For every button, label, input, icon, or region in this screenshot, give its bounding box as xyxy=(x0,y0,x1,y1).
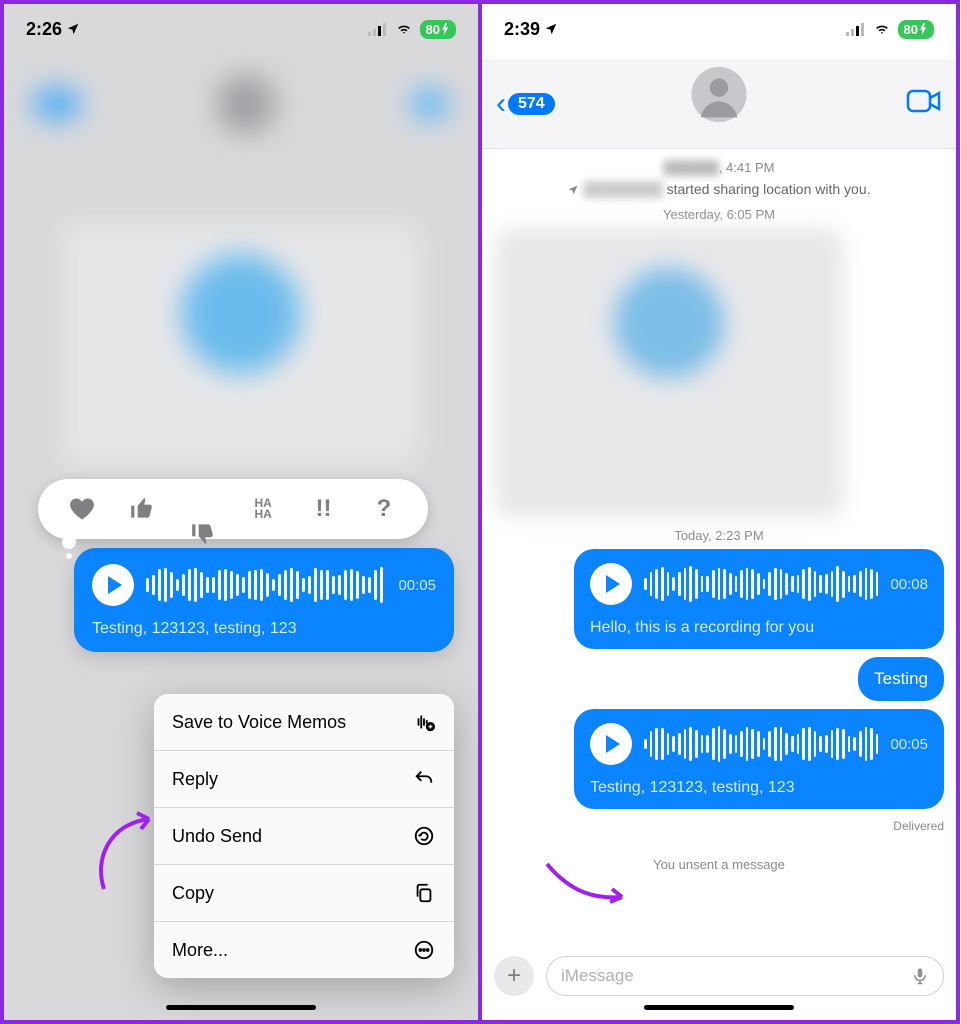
waveform xyxy=(644,564,878,604)
tapback-thumbs-down[interactable] xyxy=(181,487,225,531)
plus-icon: + xyxy=(507,962,521,990)
location-sharing-notice: ████████ started sharing location with y… xyxy=(494,181,944,197)
timestamp-today: Today, 2:23 PM xyxy=(494,528,944,543)
tapback-question[interactable]: ? xyxy=(362,487,406,531)
waveform xyxy=(146,565,386,605)
wifi-icon xyxy=(872,22,892,36)
play-button[interactable] xyxy=(590,563,632,605)
microphone-icon[interactable] xyxy=(911,965,929,987)
message-input[interactable]: iMessage xyxy=(546,956,944,996)
tapback-heart[interactable] xyxy=(60,487,104,531)
tapback-exclaim[interactable]: !! xyxy=(301,487,345,531)
battery-indicator: 80 xyxy=(898,20,934,39)
play-icon xyxy=(108,576,122,594)
waveform-plus-icon xyxy=(412,710,436,734)
voice-transcription: Testing, 123123, testing, 123 xyxy=(590,779,928,797)
input-placeholder: iMessage xyxy=(561,966,634,986)
header-timestamp: ██████, 4:41 PM xyxy=(494,160,944,175)
status-bar: 2:26 80 xyxy=(4,4,478,54)
facetime-button[interactable] xyxy=(906,88,942,119)
sent-voice-message-1[interactable]: 00:08 Hello, this is a recording for you xyxy=(574,549,944,649)
home-indicator[interactable] xyxy=(644,1005,794,1010)
wifi-icon xyxy=(394,22,414,36)
back-button[interactable]: ‹ 574 xyxy=(496,93,555,115)
message-text: Testing xyxy=(874,669,928,688)
voice-duration: 00:05 xyxy=(398,577,436,594)
undo-circle-icon xyxy=(412,824,436,848)
more-circle-icon xyxy=(412,938,436,962)
reply-arrow-icon xyxy=(412,767,436,791)
menu-copy[interactable]: Copy xyxy=(154,865,454,922)
play-button[interactable] xyxy=(590,723,632,765)
play-icon xyxy=(606,575,620,593)
unread-badge: 574 xyxy=(508,93,555,115)
menu-more[interactable]: More... xyxy=(154,922,454,978)
play-button[interactable] xyxy=(92,564,134,606)
sent-text-message[interactable]: Testing xyxy=(858,657,944,701)
message-input-bar: + iMessage xyxy=(494,956,944,996)
cellular-icon xyxy=(368,22,388,36)
unsent-notice: You unsent a message xyxy=(494,857,944,872)
person-icon xyxy=(692,67,747,122)
location-arrow-icon xyxy=(567,184,579,196)
menu-undo-send[interactable]: Undo Send xyxy=(154,808,454,865)
voice-message-bubble[interactable]: 00:05 Testing, 123123, testing, 123 xyxy=(74,548,454,652)
menu-label: Save to Voice Memos xyxy=(172,712,346,733)
conversation-content[interactable]: ██████, 4:41 PM ████████ started sharing… xyxy=(482,154,956,950)
menu-label: Undo Send xyxy=(172,826,262,847)
chevron-left-icon: ‹ xyxy=(496,94,506,114)
play-icon xyxy=(606,735,620,753)
cellular-icon xyxy=(846,22,866,36)
screenshot-right: 2:39 80 ‹ 574 ██████, 4:41 PM ████████ s… xyxy=(480,0,960,1024)
voice-duration: 00:05 xyxy=(890,736,928,753)
tapback-bar: HAHA !! ? xyxy=(38,479,428,539)
tapback-haha[interactable]: HAHA xyxy=(241,487,285,531)
location-icon xyxy=(544,22,558,36)
delivery-status: Delivered xyxy=(893,819,944,833)
voice-transcription: Testing, 123123, testing, 123 xyxy=(92,620,436,638)
received-message-blurred xyxy=(494,228,844,518)
menu-label: Reply xyxy=(172,769,218,790)
menu-save-voice-memos[interactable]: Save to Voice Memos xyxy=(154,694,454,751)
add-attachment-button[interactable]: + xyxy=(494,956,534,996)
navigation-bar: ‹ 574 xyxy=(482,59,956,149)
home-indicator[interactable] xyxy=(166,1005,316,1010)
status-time: 2:26 xyxy=(26,19,62,40)
tapback-thumbs-up[interactable] xyxy=(120,487,164,531)
video-icon xyxy=(906,88,942,114)
copy-icon xyxy=(412,881,436,905)
battery-indicator: 80 xyxy=(420,20,456,39)
screenshot-left: 2:26 80 HAHA !! ? 00:05 Testing, 123123,… xyxy=(0,0,480,1024)
sent-voice-message-2[interactable]: 00:05 Testing, 123123, testing, 123 xyxy=(574,709,944,809)
context-menu: Save to Voice Memos Reply Undo Send Copy… xyxy=(154,694,454,978)
timestamp-yesterday: Yesterday, 6:05 PM xyxy=(494,207,944,222)
status-time: 2:39 xyxy=(504,19,540,40)
location-icon xyxy=(66,22,80,36)
menu-reply[interactable]: Reply xyxy=(154,751,454,808)
voice-duration: 00:08 xyxy=(890,576,928,593)
status-bar: 2:39 80 xyxy=(482,4,956,54)
waveform xyxy=(644,724,878,764)
voice-transcription: Hello, this is a recording for you xyxy=(590,619,928,637)
contact-avatar[interactable] xyxy=(692,67,747,122)
menu-label: Copy xyxy=(172,883,214,904)
menu-label: More... xyxy=(172,940,228,961)
